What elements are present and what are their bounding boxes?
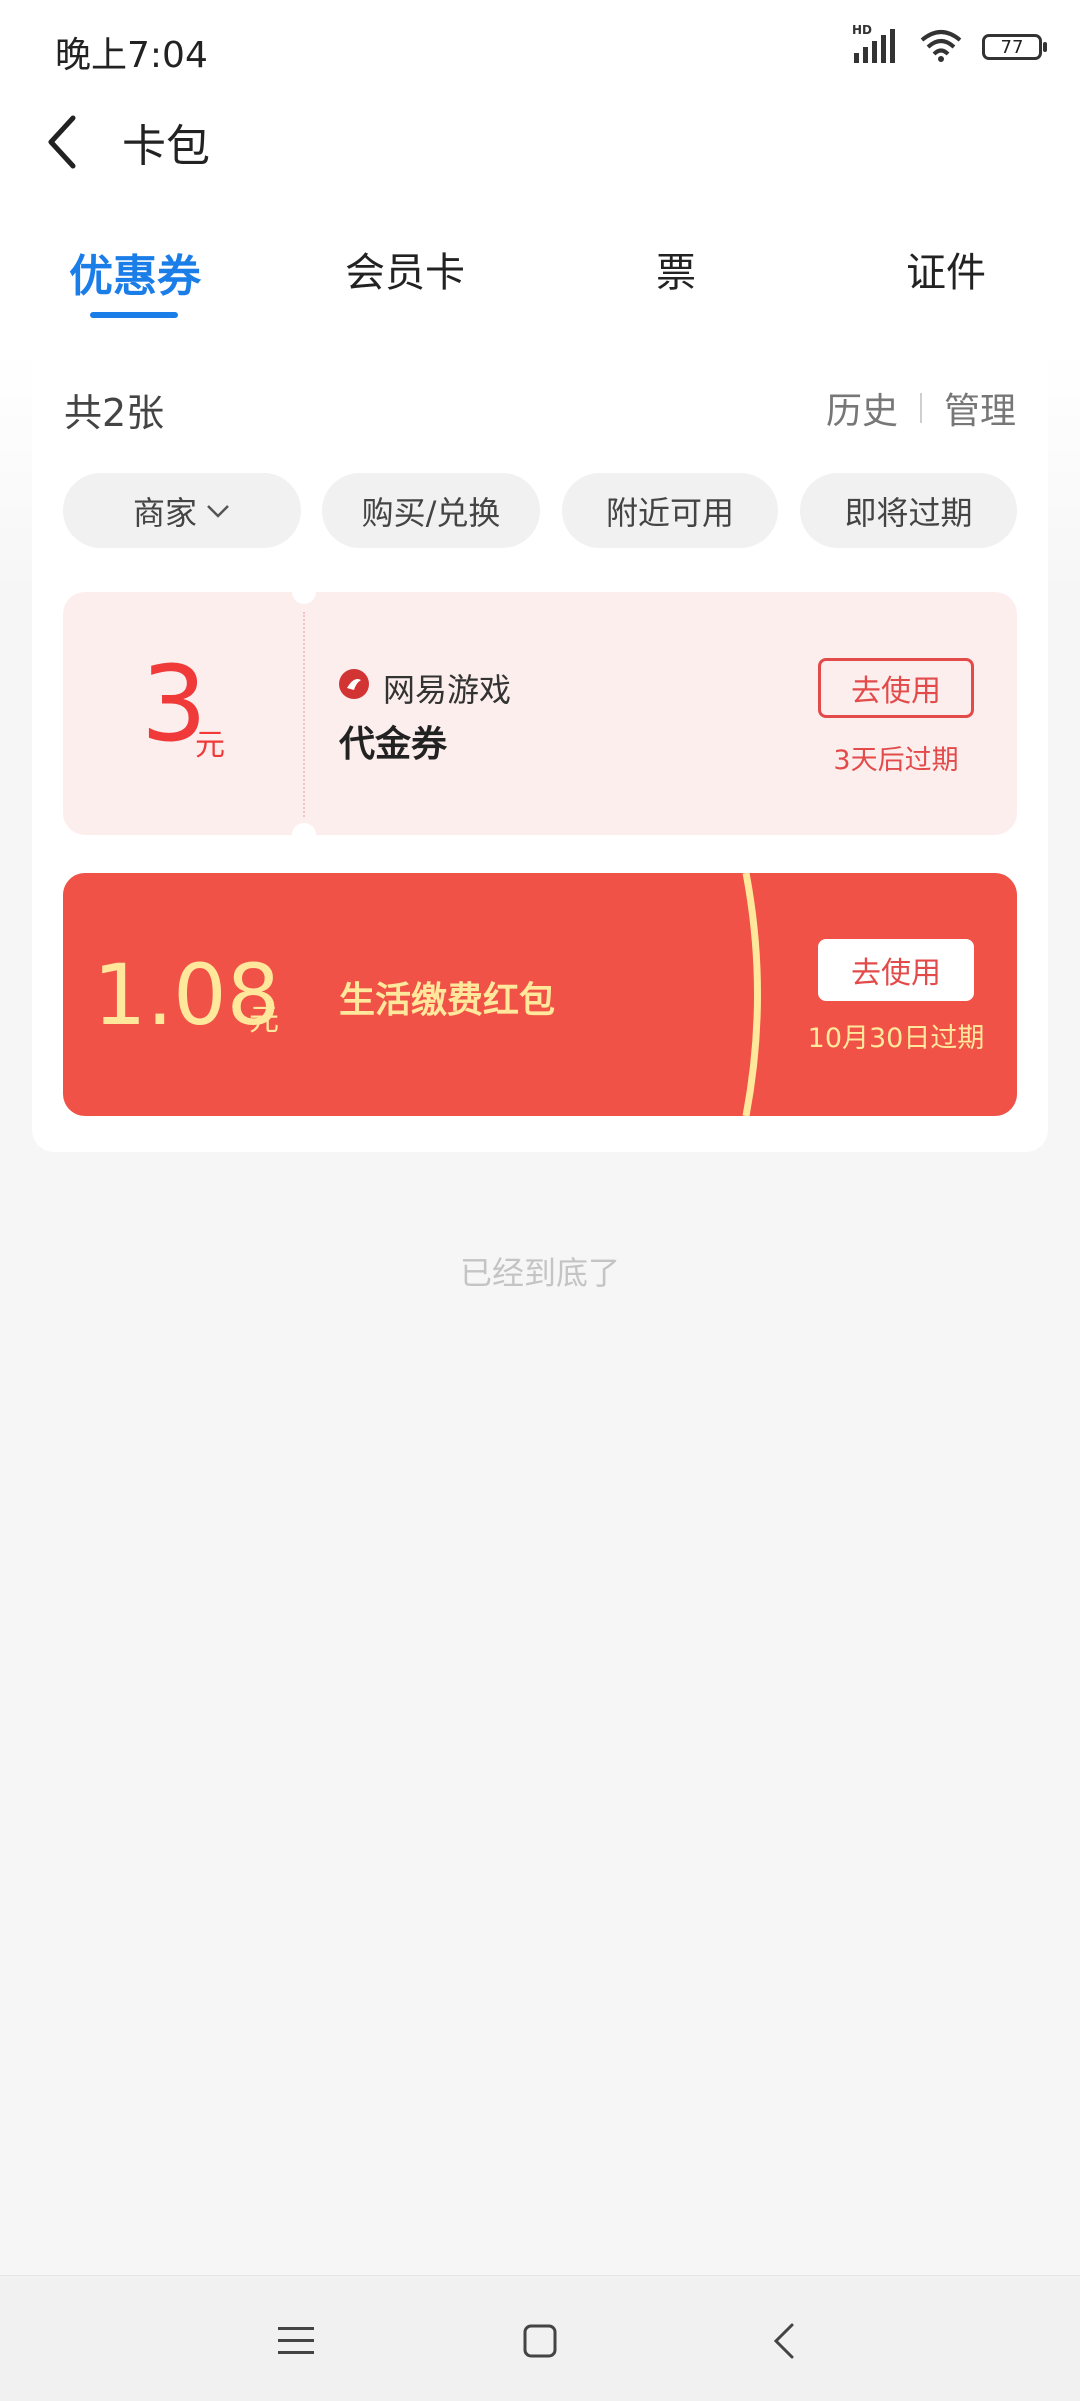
battery-icon: 77 [982, 34, 1047, 60]
red-packet-expiry: 10月30日过期 [807, 1023, 985, 1054]
back-button[interactable] [38, 102, 88, 182]
use-coupon-button[interactable]: 去使用 [818, 658, 974, 718]
back-arrow-icon [773, 2323, 794, 2359]
filter-merchant-label: 商家 [132, 493, 197, 532]
status-bar: 晚上7:04 HD 77 [0, 0, 1080, 100]
tab-certificates[interactable]: 证件 [846, 240, 1046, 298]
menu-icon [278, 2327, 314, 2354]
battery-level: 77 [1000, 36, 1024, 58]
home-button[interactable] [500, 2306, 580, 2376]
filter-buy-redeem[interactable]: 购买/兑换 [322, 473, 540, 548]
coupon-count: 共2张 [64, 391, 165, 435]
coupon-perforation [303, 612, 305, 817]
coupon-card-netease[interactable]: 3 元 网易游戏 代金券 去使用 3天后过期 [63, 592, 1017, 835]
end-of-list-text: 已经到底了 [459, 1254, 620, 1292]
coupon-card-bill-payment[interactable]: 1.08 元 生活缴费红包 去使用 10月30日过期 [63, 873, 1017, 1116]
coupon-type: 代金券 [339, 724, 448, 765]
coupon-notch [292, 592, 316, 604]
page-title: 卡包 [122, 121, 210, 172]
tab-bar: 优惠券 会员卡 票 证件 [0, 230, 1080, 320]
tab-tickets[interactable]: 票 [576, 240, 776, 298]
merchant-name: 网易游戏 [383, 671, 512, 709]
coupon-notch [292, 823, 316, 835]
history-link[interactable]: 历史 [826, 382, 898, 434]
coupon-expiry: 3天后过期 [833, 745, 959, 776]
filter-expiring-soon[interactable]: 即将过期 [800, 473, 1017, 548]
status-icons: HD 77 [852, 23, 1047, 66]
active-tab-indicator [90, 312, 178, 318]
tab-coupons[interactable]: 优惠券 [35, 240, 235, 304]
red-packet-title: 生活缴费红包 [339, 980, 556, 1021]
use-red-packet-button[interactable]: 去使用 [818, 939, 974, 1001]
netease-logo-icon [339, 669, 369, 699]
tab-membership-cards[interactable]: 会员卡 [305, 240, 505, 298]
system-nav-bar [0, 2275, 1080, 2401]
manage-link[interactable]: 管理 [944, 382, 1016, 434]
link-divider [920, 393, 922, 423]
nav-back-button[interactable] [744, 2306, 824, 2376]
wifi-icon [920, 28, 962, 66]
home-square-icon [523, 2324, 557, 2358]
chevron-left-icon [48, 115, 76, 169]
chevron-down-icon [205, 503, 231, 519]
coupon-unit: 元 [195, 728, 225, 763]
red-packet-unit: 元 [249, 1003, 279, 1038]
filter-merchant[interactable]: 商家 [63, 473, 301, 548]
filter-nearby[interactable]: 附近可用 [562, 473, 778, 548]
menu-button[interactable] [256, 2306, 336, 2376]
signal-icon: HD [852, 23, 900, 65]
status-time: 晚上7:04 [55, 35, 208, 76]
